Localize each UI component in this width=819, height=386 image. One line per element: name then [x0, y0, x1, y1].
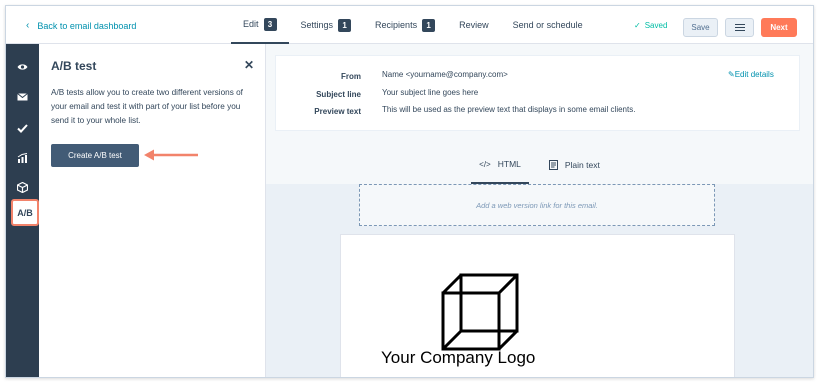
tab-review[interactable]: Review [447, 6, 501, 44]
email-editor-window: ‹ Back to email dashboard Edit 3 Setting… [5, 5, 814, 378]
from-value: Name <yourname@company.com> [382, 70, 508, 79]
tab-edit[interactable]: Edit 3 [231, 6, 289, 44]
tab-send-or-schedule[interactable]: Send or schedule [501, 6, 595, 44]
preview-text-label: Preview text [314, 107, 361, 116]
ab-test-rail-button[interactable]: A/B [11, 199, 39, 226]
saved-status: ✓ Saved [634, 21, 667, 30]
close-icon[interactable]: ✕ [244, 58, 254, 72]
tab-label: Review [459, 20, 489, 30]
envelope-icon[interactable] [6, 86, 39, 108]
panel-title: A/B test [51, 59, 97, 73]
tab-label: Settings [300, 20, 334, 30]
tab-badge: 1 [338, 18, 352, 32]
tab-label: Edit [243, 19, 259, 29]
tab-badge: 1 [422, 18, 436, 32]
from-label: From [341, 72, 361, 81]
next-button[interactable]: Next [761, 18, 797, 37]
top-bar: ‹ Back to email dashboard Edit 3 Setting… [6, 6, 813, 44]
email-body-preview[interactable]: Your Company Logo [340, 234, 735, 377]
hamburger-icon [734, 24, 745, 31]
company-logo-text: Your Company Logo [381, 348, 536, 367]
back-link[interactable]: ‹ Back to email dashboard [26, 20, 136, 31]
chevron-left-icon: ‹ [26, 20, 30, 31]
pencil-icon: ✎ [728, 70, 735, 79]
tab-badge: 3 [263, 17, 277, 31]
edit-details-label: Edit details [734, 70, 774, 79]
edit-details-link[interactable]: ✎Edit details [728, 70, 774, 79]
back-link-label: Back to email dashboard [37, 20, 137, 31]
eye-icon[interactable] [6, 56, 39, 78]
editor-tabs: Edit 3 Settings 1 Recipients 1 Review Se… [231, 6, 595, 44]
cube-icon[interactable] [6, 176, 39, 198]
subject-label: Subject line [316, 90, 361, 99]
tab-recipients[interactable]: Recipients 1 [363, 6, 447, 44]
check-icon: ✓ [634, 21, 641, 30]
save-button[interactable]: Save [683, 18, 718, 37]
preview-text-value: This will be used as the preview text th… [382, 105, 636, 114]
create-ab-test-button[interactable]: Create A/B test [51, 144, 139, 167]
tab-label: Send or schedule [512, 20, 583, 30]
saved-label: Saved [644, 21, 668, 30]
ab-test-panel: A/B test ✕ A/B tests allow you to create… [39, 44, 266, 377]
tab-html[interactable]: </> HTML [471, 146, 529, 184]
tab-label: HTML [497, 159, 521, 169]
code-icon: </> [479, 159, 491, 169]
document-icon [548, 160, 558, 170]
view-tabs: </> HTML Plain text [266, 146, 813, 184]
web-version-link-placeholder[interactable]: Add a web version link for this email. [359, 184, 715, 226]
tab-plain-text[interactable]: Plain text [541, 146, 608, 184]
tab-label: Plain text [564, 160, 600, 170]
email-preview-area: Add a web version link for this email. Y… [266, 184, 813, 377]
subject-value: Your subject line goes here [382, 88, 479, 97]
cube-logo-icon [441, 273, 519, 351]
chart-icon[interactable] [6, 147, 39, 169]
email-details-card: From Name <yourname@company.com> Subject… [275, 55, 800, 131]
tab-settings[interactable]: Settings 1 [289, 6, 364, 44]
check-icon[interactable] [6, 117, 39, 139]
menu-button[interactable] [725, 18, 754, 37]
panel-description: A/B tests allow you to create two differ… [51, 88, 243, 125]
arrow-pointer-icon [144, 149, 198, 161]
tab-label: Recipients [375, 20, 418, 30]
left-rail: A/B [6, 44, 39, 377]
main-editor: From Name <yourname@company.com> Subject… [266, 44, 813, 377]
